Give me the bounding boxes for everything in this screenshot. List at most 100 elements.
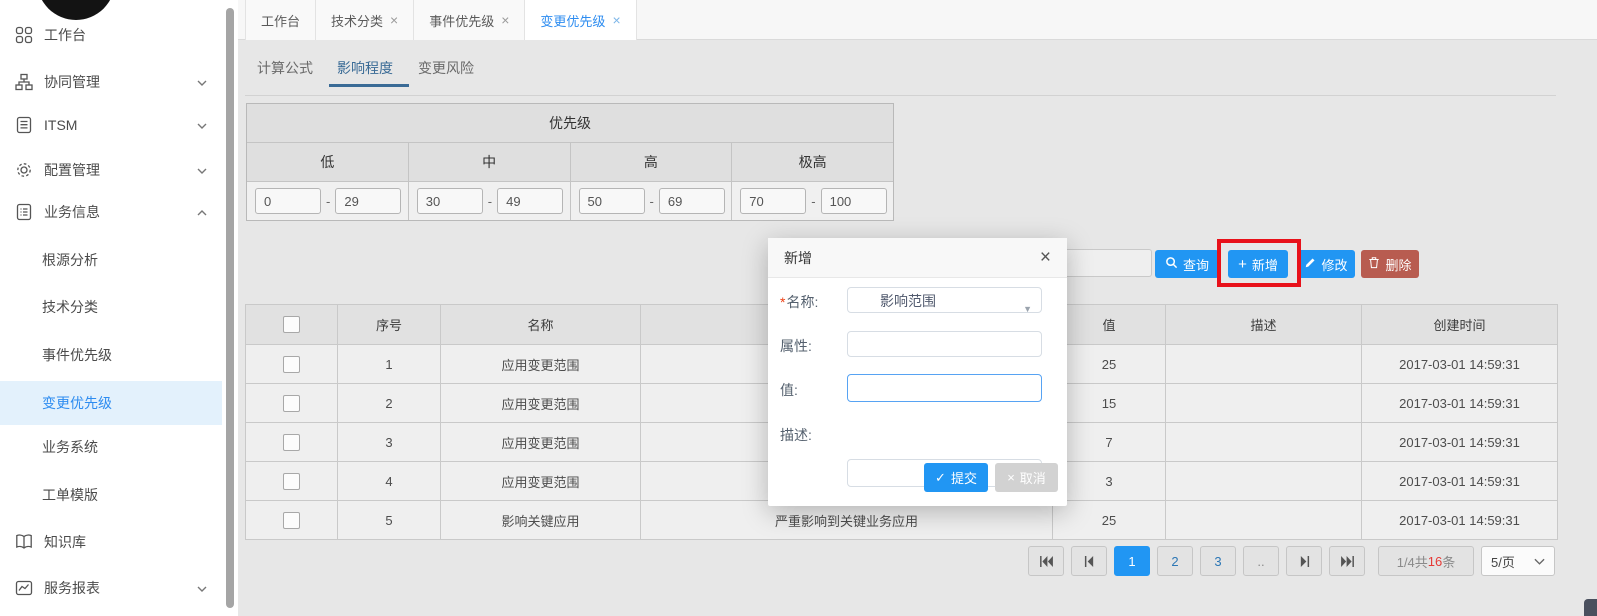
sidebar-scrollbar[interactable] <box>226 8 234 608</box>
close-icon[interactable]: × <box>1040 248 1051 267</box>
page-size-select[interactable]: 5/页 <box>1481 546 1555 576</box>
range-max-input[interactable]: 69 <box>659 188 725 214</box>
pagination: 1 2 3 .. 1/4共16条 5/页 <box>1028 546 1555 576</box>
range-max-input[interactable]: 100 <box>821 188 887 214</box>
page-ellipsis-button[interactable]: .. <box>1243 546 1279 576</box>
sidebar-item-label: ITSM <box>44 117 77 133</box>
name-select-value: 影响范围 <box>880 293 936 309</box>
sidebar-item-itsm[interactable]: ITSM <box>0 110 222 140</box>
add-button-label: 新增 <box>1252 255 1278 274</box>
close-icon[interactable]: × <box>501 12 509 28</box>
last-page-button[interactable] <box>1329 546 1365 576</box>
tab-label: 工作台 <box>261 11 300 30</box>
cell-value: 3 <box>1053 462 1166 501</box>
priority-range-low: 0 - 29 <box>247 182 409 220</box>
value-input[interactable] <box>847 374 1042 402</box>
next-page-button[interactable] <box>1286 546 1322 576</box>
tab-change-priority[interactable]: 变更优先级 × <box>525 0 636 40</box>
tab-label: 事件优先级 <box>429 11 494 30</box>
trash-icon <box>1368 256 1380 272</box>
table-row[interactable]: 5 影响关键应用 严重影响到关键业务应用 25 2017-03-01 14:59… <box>246 501 1558 540</box>
cell-value: 25 <box>1053 345 1166 384</box>
first-page-button[interactable] <box>1028 546 1064 576</box>
sidebar-item-label: 业务信息 <box>44 202 100 222</box>
sidebar-item-tech-category[interactable]: 技术分类 <box>0 292 222 322</box>
priority-level-low: 低 <box>247 143 409 181</box>
tab-tech-category[interactable]: 技术分类 × <box>316 0 414 40</box>
pagination-total-count: 16 <box>1428 554 1442 569</box>
attr-input[interactable] <box>847 331 1042 357</box>
sidebar-item-root-analysis[interactable]: 根源分析 <box>0 245 222 275</box>
sidebar-item-change-priority[interactable]: 变更优先级 <box>0 381 222 425</box>
priority-panel: 优先级 低 中 高 极高 0 - 29 30 - 49 50 - 69 <box>246 103 894 221</box>
range-max-input[interactable]: 49 <box>497 188 563 214</box>
header-name: 名称 <box>441 305 641 345</box>
page-button-3[interactable]: 3 <box>1200 546 1236 576</box>
sidebar-item-ticket-template[interactable]: 工单模版 <box>0 480 222 510</box>
row-checkbox[interactable] <box>283 395 300 412</box>
add-button[interactable]: + 新增 <box>1228 250 1288 278</box>
cell-name: 应用变更范围 <box>441 423 641 462</box>
priority-range-critical: 70 - 100 <box>732 182 893 220</box>
sidebar-item-configuration[interactable]: 配置管理 <box>0 155 222 185</box>
chevron-down-icon <box>196 76 208 92</box>
row-checkbox[interactable] <box>283 356 300 373</box>
plus-icon: + <box>1238 256 1247 273</box>
search-button[interactable]: 查询 <box>1155 250 1219 278</box>
sidebar: 工作台 协同管理 ITSM 配置管理 业务信息 根源分析 技术分类 事件优先级 … <box>0 0 222 616</box>
priority-level-medium: 中 <box>409 143 571 181</box>
page-button-1[interactable]: 1 <box>1114 546 1150 576</box>
tab-incident-priority[interactable]: 事件优先级 × <box>414 0 525 40</box>
name-field-label: *名称: <box>780 292 818 312</box>
sidebar-item-service-report[interactable]: 服务报表 <box>0 573 222 603</box>
range-min-input[interactable]: 30 <box>417 188 483 214</box>
range-min-input[interactable]: 70 <box>740 188 806 214</box>
sidebar-item-business-system[interactable]: 业务系统 <box>0 432 222 462</box>
range-min-input[interactable]: 0 <box>255 188 321 214</box>
book-icon <box>14 533 34 551</box>
range-min-input[interactable]: 50 <box>579 188 645 214</box>
edit-button[interactable]: 修改 <box>1297 250 1355 278</box>
subtab-impact-degree[interactable]: 影响程度 <box>337 52 393 84</box>
close-icon[interactable]: × <box>612 12 620 28</box>
chevron-up-icon <box>196 206 208 222</box>
select-all-checkbox[interactable] <box>283 316 300 333</box>
sidebar-item-workbench[interactable]: 工作台 <box>0 20 222 50</box>
close-icon[interactable]: × <box>390 12 398 28</box>
check-icon: ✓ <box>935 470 946 486</box>
cell-value: 25 <box>1053 501 1166 540</box>
chart-icon <box>14 579 34 597</box>
priority-range-medium: 30 - 49 <box>409 182 571 220</box>
row-checkbox[interactable] <box>283 512 300 529</box>
range-max-input[interactable]: 29 <box>335 188 401 214</box>
row-checkbox[interactable] <box>283 434 300 451</box>
submit-button[interactable]: ✓ 提交 <box>924 463 988 492</box>
avatar[interactable] <box>37 0 115 20</box>
sidebar-item-label: 协同管理 <box>44 72 100 92</box>
sidebar-item-business-info[interactable]: 业务信息 <box>0 197 222 227</box>
sidebar-item-collaboration[interactable]: 协同管理 <box>0 67 222 97</box>
tab-bar: 工作台 技术分类 × 事件优先级 × 变更优先级 × <box>238 0 1597 40</box>
sidebar-item-label: 配置管理 <box>44 160 100 180</box>
pagination-info: 1/4共16条 <box>1378 546 1474 576</box>
grid-icon <box>14 26 34 44</box>
prev-page-button[interactable] <box>1071 546 1107 576</box>
cell-created: 2017-03-01 14:59:31 <box>1362 345 1558 384</box>
name-select[interactable]: 影响范围 ▼ <box>847 287 1042 313</box>
subtab-divider <box>245 95 1556 96</box>
value-field-label: 值: <box>780 380 798 400</box>
tab-workbench[interactable]: 工作台 <box>245 0 316 40</box>
cancel-button[interactable]: × 取消 <box>995 463 1058 492</box>
required-asterisk: * <box>780 294 785 310</box>
sidebar-scroll-track <box>222 0 238 616</box>
sidebar-item-incident-priority[interactable]: 事件优先级 <box>0 340 222 370</box>
chevron-down-icon <box>196 582 208 598</box>
subtab-change-risk[interactable]: 变更风险 <box>418 52 474 84</box>
sidebar-item-knowledge-base[interactable]: 知识库 <box>0 527 222 557</box>
cross-icon: × <box>1007 470 1015 485</box>
delete-button[interactable]: 删除 <box>1361 250 1419 278</box>
subtab-calc-formula[interactable]: 计算公式 <box>257 52 313 84</box>
page-button-2[interactable]: 2 <box>1157 546 1193 576</box>
corner-widget[interactable] <box>1584 599 1597 616</box>
row-checkbox[interactable] <box>283 473 300 490</box>
